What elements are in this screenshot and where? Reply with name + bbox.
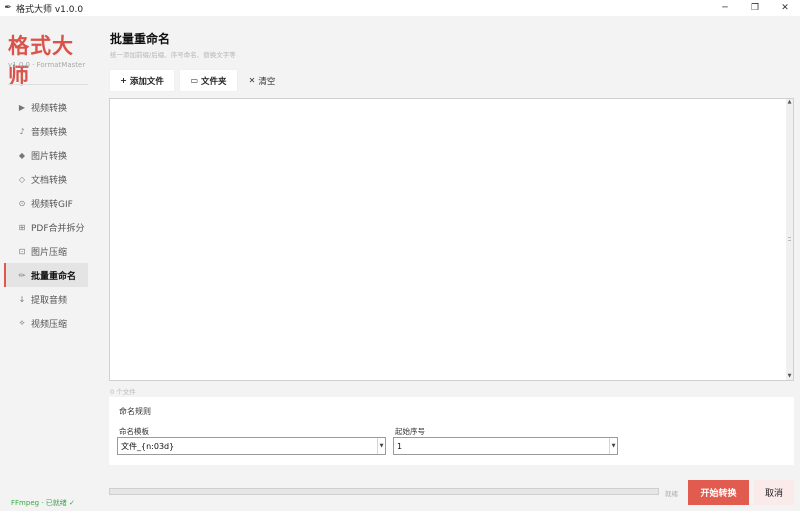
sidebar-item-document-convert[interactable]: ◇ 文档转换 <box>4 167 88 191</box>
naming-rules-title: 命名规则 <box>119 407 151 416</box>
plus-icon: + <box>120 76 127 85</box>
start-convert-button[interactable]: 开始转换 <box>688 480 749 505</box>
sidebar: 格式大师 v1.0.0 · FormatMaster ▶ 视频转换 ♪ 音频转换… <box>0 16 94 511</box>
add-file-label: 添加文件 <box>129 76 164 87</box>
status-text: 就绪 <box>665 490 678 498</box>
sidebar-item-label: 批量重命名 <box>31 271 77 282</box>
sidebar-divider <box>8 84 88 85</box>
sidebar-item-batch-rename[interactable]: ✏ 批量重命名 <box>4 263 88 287</box>
sidebar-item-label: 音频转换 <box>31 127 68 138</box>
cancel-button[interactable]: 取消 <box>754 480 794 505</box>
music-note-icon: ♪ <box>19 126 25 136</box>
add-folder-label: 文件夹 <box>201 76 227 87</box>
circle-icon: ⊙ <box>18 198 26 208</box>
version-label: v1.0.0 · FormatMaster <box>8 61 86 69</box>
progress-bar <box>109 488 659 495</box>
window-controls: ─ ❐ ✕ <box>710 0 800 16</box>
template-label: 命名模板 <box>119 427 149 436</box>
sidebar-nav: ▶ 视频转换 ♪ 音频转换 ◆ 图片转换 ◇ 文档转换 ⊙ 视频转GIF ⊞ P… <box>4 95 88 335</box>
grid-icon: ⊞ <box>18 222 26 232</box>
start-index-label: 起始序号 <box>395 427 425 436</box>
chevron-down-icon[interactable]: ▼ <box>609 438 617 454</box>
scrollbar-grip[interactable] <box>788 237 791 241</box>
start-index-value: 1 <box>397 441 403 451</box>
scroll-up-icon[interactable]: ▲ <box>786 99 793 106</box>
minimize-button[interactable]: ─ <box>710 0 740 16</box>
app-window: ✒ 格式大师 v1.0.0 ─ ❐ ✕ 格式大师 v1.0.0 · Format… <box>0 0 800 511</box>
toolbar: + 添加文件 ▭ 文件夹 ✕ 清空 <box>109 69 286 93</box>
diamond-outline-icon: ◇ <box>18 174 26 184</box>
brand-title: 格式大师 <box>8 34 74 88</box>
title-bar: ✒ 格式大师 v1.0.0 ─ ❐ ✕ <box>0 0 800 16</box>
main-panel: 批量重命名 统一添加前缀/后缀、序号命名、替换文字等 + 添加文件 ▭ 文件夹 … <box>94 16 800 511</box>
sidebar-item-audio-convert[interactable]: ♪ 音频转换 <box>4 119 88 143</box>
play-icon: ▶ <box>18 102 26 112</box>
file-list-scrollbar[interactable]: ▲ ▼ <box>786 99 793 380</box>
file-count: 0 个文件 <box>110 388 136 396</box>
sidebar-item-label: 图片转换 <box>31 151 68 162</box>
clear-label: 清空 <box>258 76 276 87</box>
scroll-down-icon[interactable]: ▼ <box>786 373 793 380</box>
compress-icon: ⟡ <box>19 318 25 327</box>
page-title: 批量重命名 <box>110 32 171 46</box>
folder-icon: ▭ <box>190 76 199 85</box>
sidebar-item-extract-audio[interactable]: ↓ 提取音频 <box>4 287 88 311</box>
window-title: 格式大师 v1.0.0 <box>16 4 84 15</box>
sidebar-item-label: 提取音频 <box>31 295 68 306</box>
sidebar-item-label: 视频转GIF <box>31 199 73 210</box>
sidebar-item-video-convert[interactable]: ▶ 视频转换 <box>4 95 88 119</box>
template-combobox[interactable]: 文件_{n:03d} ▼ <box>117 437 386 455</box>
start-index-combobox[interactable]: 1 ▼ <box>393 437 618 455</box>
sidebar-item-label: 视频压缩 <box>31 319 68 330</box>
chevron-down-icon[interactable]: ▼ <box>377 438 385 454</box>
maximize-button[interactable]: ❐ <box>740 0 770 16</box>
close-button[interactable]: ✕ <box>770 0 800 16</box>
add-file-button[interactable]: + 添加文件 <box>109 69 175 92</box>
sidebar-item-label: 文档转换 <box>31 175 68 186</box>
template-value: 文件_{n:03d} <box>121 441 175 451</box>
page-subtitle: 统一添加前缀/后缀、序号命名、替换文字等 <box>110 51 236 59</box>
file-list[interactable]: ▲ ▼ <box>109 98 794 381</box>
sidebar-item-label: 图片压缩 <box>31 247 68 258</box>
pencil-icon: ✏ <box>18 270 26 280</box>
sidebar-item-video-to-gif[interactable]: ⊙ 视频转GIF <box>4 191 88 215</box>
diamond-icon: ◆ <box>18 150 26 160</box>
ffmpeg-status: FFmpeg · 已就绪 ✓ <box>11 499 75 507</box>
sidebar-item-pdf-merge-split[interactable]: ⊞ PDF合并拆分 <box>4 215 88 239</box>
sidebar-item-label: PDF合并拆分 <box>31 223 85 234</box>
square-icon: ⊡ <box>18 246 26 256</box>
sidebar-item-image-convert[interactable]: ◆ 图片转换 <box>4 143 88 167</box>
clear-button[interactable]: ✕ 清空 <box>242 69 282 92</box>
app-pen-icon: ✒ <box>4 3 12 13</box>
close-icon: ✕ <box>248 76 256 85</box>
sidebar-item-label: 视频转换 <box>31 103 68 114</box>
sidebar-item-image-compress[interactable]: ⊡ 图片压缩 <box>4 239 88 263</box>
add-folder-button[interactable]: ▭ 文件夹 <box>179 69 238 92</box>
down-arrow-icon: ↓ <box>18 294 26 304</box>
naming-rules-panel: 命名规则 命名模板 文件_{n:03d} ▼ 起始序号 1 ▼ <box>109 397 794 465</box>
sidebar-item-video-compress[interactable]: ⟡ 视频压缩 <box>4 311 88 335</box>
